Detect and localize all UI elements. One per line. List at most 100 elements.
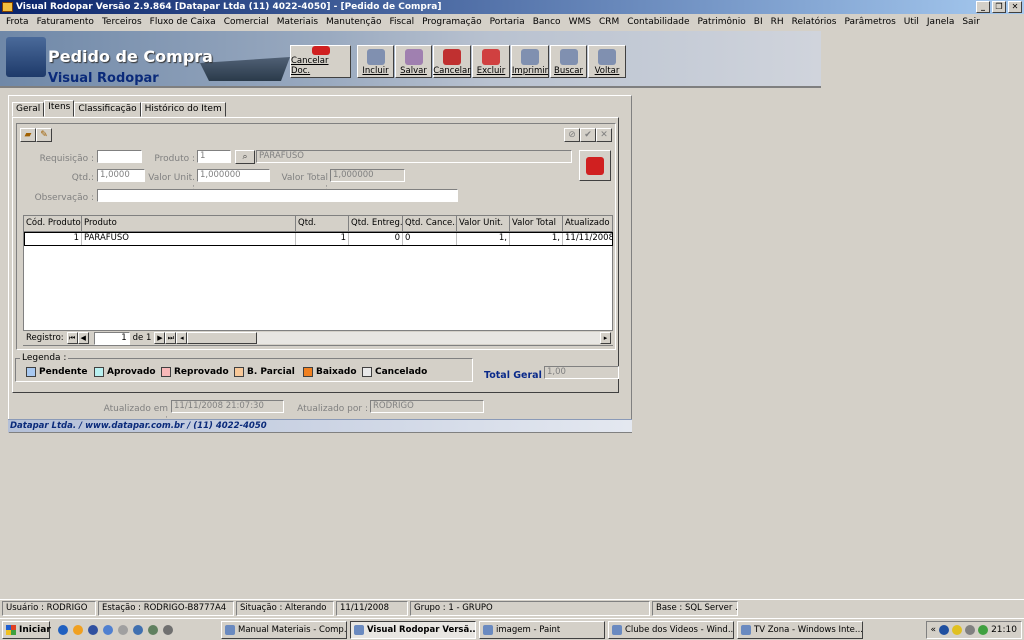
messenger-tray-icon[interactable] bbox=[952, 625, 963, 635]
cancel-button[interactable]: Cancelar bbox=[433, 45, 471, 78]
print-button[interactable]: Imprimir bbox=[511, 45, 549, 78]
tab-classificacao[interactable]: Classificação bbox=[74, 102, 141, 117]
minimize-button[interactable]: _ bbox=[976, 1, 990, 13]
col-cod-produto[interactable]: Cód. Produto bbox=[24, 216, 82, 232]
observacao-input[interactable] bbox=[97, 189, 458, 202]
legend-pendente: Pendente bbox=[26, 367, 87, 377]
clear-button[interactable]: ⊘ bbox=[564, 128, 580, 142]
task-tv-zona[interactable]: TV Zona - Windows Inte... bbox=[737, 620, 863, 639]
menu-crm[interactable]: CRM bbox=[595, 17, 623, 27]
search-button[interactable]: Buscar bbox=[550, 45, 587, 78]
record-number-input[interactable]: 1 bbox=[93, 331, 130, 345]
menu-patrimonio[interactable]: Patrimônio bbox=[694, 17, 750, 27]
discard-button[interactable]: ✕ bbox=[596, 128, 612, 142]
legend-cancelado: Cancelado bbox=[362, 367, 427, 377]
menu-frota[interactable]: Frota bbox=[2, 17, 33, 27]
col-valor-unit[interactable]: Valor Unit. bbox=[457, 216, 510, 232]
menu-manutencao[interactable]: Manutenção bbox=[322, 17, 385, 27]
menu-programacao[interactable]: Programação bbox=[418, 17, 485, 27]
legend-baixado: Baixado bbox=[303, 367, 357, 377]
prev-record-button[interactable]: ◀ bbox=[77, 332, 89, 344]
app-icon[interactable] bbox=[118, 624, 128, 635]
menu-sair[interactable]: Sair bbox=[958, 17, 983, 27]
task-visual-rodopar[interactable]: Visual Rodopar Versã... bbox=[350, 620, 476, 639]
close-button[interactable]: ✕ bbox=[1008, 1, 1022, 13]
tab-itens[interactable]: Itens bbox=[44, 100, 75, 117]
col-qtd[interactable]: Qtd. bbox=[296, 216, 349, 232]
table-cell[interactable]: 1, bbox=[457, 232, 510, 246]
qtd-input[interactable]: 1,0000 bbox=[97, 169, 145, 182]
menu-janela[interactable]: Janela bbox=[923, 17, 958, 27]
task-clube-videos[interactable]: Clube dos Videos - Wind... bbox=[608, 620, 734, 639]
product-lookup-button[interactable]: ⌕ bbox=[235, 150, 255, 164]
tray-expand-icon[interactable]: « bbox=[931, 625, 937, 635]
next-record-button[interactable]: ▶ bbox=[154, 332, 166, 344]
col-produto[interactable]: Produto bbox=[82, 216, 296, 232]
scrollbar-track[interactable] bbox=[257, 332, 600, 344]
save-button[interactable]: Salvar bbox=[395, 45, 432, 78]
table-cell[interactable]: 11/11/2008 bbox=[563, 232, 613, 246]
scrollbar-thumb[interactable] bbox=[187, 332, 258, 344]
menu-rh[interactable]: RH bbox=[767, 17, 788, 27]
include-button[interactable]: Incluir bbox=[357, 45, 394, 78]
produto-code-input[interactable]: 1 bbox=[197, 150, 231, 163]
col-qtd-cance[interactable]: Qtd. Cance... bbox=[403, 216, 457, 232]
cancel-doc-button[interactable]: Cancelar Doc. bbox=[290, 45, 351, 78]
back-button[interactable]: Voltar bbox=[588, 45, 626, 78]
valor-unit-input[interactable]: 1,000000 bbox=[197, 169, 270, 182]
table-cell[interactable]: 1 bbox=[24, 232, 82, 246]
menu-faturamento[interactable]: Faturamento bbox=[33, 17, 98, 27]
delete-icon bbox=[482, 49, 500, 65]
confirm-button[interactable]: ✔ bbox=[580, 128, 596, 142]
restore-button[interactable]: ❐ bbox=[992, 1, 1006, 13]
edit-item-button[interactable]: ✎ bbox=[36, 128, 52, 142]
col-valor-total[interactable]: Valor Total bbox=[510, 216, 563, 232]
menu-relatorios[interactable]: Relatórios bbox=[788, 17, 841, 27]
table-cell[interactable]: 1 bbox=[296, 232, 349, 246]
menu-fiscal[interactable]: Fiscal bbox=[385, 17, 418, 27]
delete-button[interactable]: Excluir bbox=[472, 45, 510, 78]
task-manual-materiais[interactable]: Manual Materiais - Comp... bbox=[221, 620, 347, 639]
network-icon[interactable] bbox=[939, 625, 950, 635]
requisicao-input[interactable] bbox=[97, 150, 142, 163]
menu-bi[interactable]: BI bbox=[750, 17, 767, 27]
system-tray: « 21:10 bbox=[925, 621, 1022, 639]
last-record-button[interactable]: ⏭ bbox=[165, 332, 177, 344]
new-item-button[interactable]: ▰ bbox=[20, 128, 36, 142]
scroll-left-button[interactable]: ◂ bbox=[176, 332, 188, 344]
app-icon[interactable] bbox=[133, 624, 143, 635]
menu-portaria[interactable]: Portaria bbox=[486, 17, 529, 27]
menu-terceiros[interactable]: Terceiros bbox=[98, 17, 146, 27]
speaker-icon[interactable] bbox=[965, 625, 976, 635]
app-icon[interactable] bbox=[148, 624, 158, 635]
col-atualizado[interactable]: Atualizado e bbox=[563, 216, 613, 232]
table-cell[interactable]: 0 bbox=[403, 232, 457, 246]
col-qtd-entreg[interactable]: Qtd. Entreg... bbox=[349, 216, 403, 232]
tab-geral[interactable]: Geral bbox=[12, 102, 45, 117]
antivirus-icon[interactable] bbox=[978, 625, 989, 635]
ie-icon[interactable] bbox=[58, 624, 68, 635]
messenger-icon[interactable] bbox=[73, 624, 83, 635]
table-cell[interactable]: 1, bbox=[510, 232, 563, 246]
menu-contabilidade[interactable]: Contabilidade bbox=[623, 17, 693, 27]
pencil-icon: ✎ bbox=[40, 130, 48, 140]
cancel-item-button[interactable] bbox=[579, 150, 611, 181]
first-record-button[interactable]: ⏮ bbox=[66, 332, 78, 344]
table-cell[interactable]: PARAFUSO bbox=[82, 232, 296, 246]
start-button[interactable]: Iniciar bbox=[2, 620, 51, 639]
menu-parametros[interactable]: Parâmetros bbox=[840, 17, 899, 27]
table-cell[interactable]: 0 bbox=[349, 232, 403, 246]
menu-util[interactable]: Util bbox=[900, 17, 923, 27]
menu-materiais[interactable]: Materiais bbox=[273, 17, 322, 27]
menu-fluxo-caixa[interactable]: Fluxo de Caixa bbox=[146, 17, 220, 27]
browser-icon[interactable] bbox=[103, 624, 113, 635]
menu-comercial[interactable]: Comercial bbox=[220, 17, 273, 27]
menu-banco[interactable]: Banco bbox=[529, 17, 565, 27]
tab-historico-item[interactable]: Histórico do Item bbox=[140, 102, 226, 117]
app-icon[interactable] bbox=[163, 624, 173, 635]
task-paint[interactable]: imagem - Paint bbox=[479, 620, 605, 639]
scroll-right-button[interactable]: ▸ bbox=[600, 332, 611, 344]
media-player-icon[interactable] bbox=[88, 624, 98, 635]
menu-wms[interactable]: WMS bbox=[565, 17, 595, 27]
clock[interactable]: 21:10 bbox=[991, 625, 1017, 635]
